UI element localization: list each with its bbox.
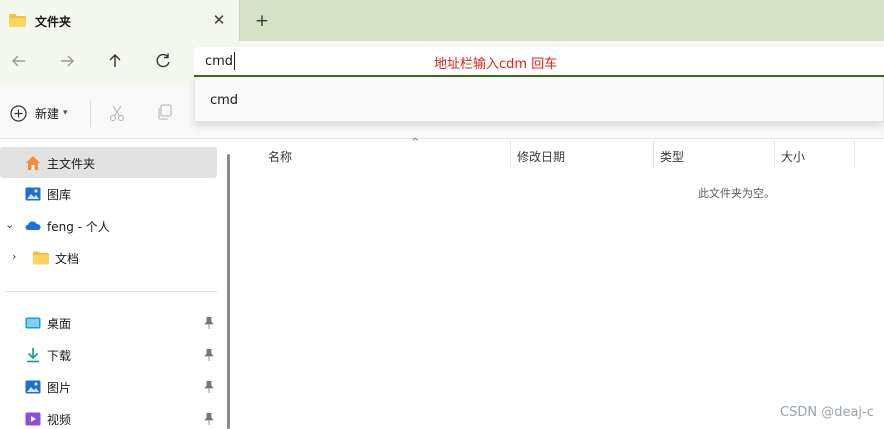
pin-icon[interactable] bbox=[204, 413, 214, 425]
pin-icon[interactable] bbox=[204, 381, 214, 393]
column-header-type[interactable]: 类型 bbox=[654, 140, 775, 167]
pin-icon[interactable] bbox=[204, 317, 214, 329]
folder-icon bbox=[9, 14, 26, 27]
home-icon bbox=[26, 156, 40, 170]
column-label: 大小 bbox=[781, 150, 806, 164]
pictures-icon bbox=[25, 380, 41, 394]
download-icon bbox=[27, 348, 39, 363]
sidebar-item-label: feng - 个人 bbox=[47, 220, 110, 234]
sidebar-item-home[interactable]: 主文件夹 bbox=[0, 147, 217, 178]
sidebar-item-desktop[interactable]: 桌面 bbox=[0, 307, 217, 338]
column-header-date-modified[interactable]: 修改日期 bbox=[511, 140, 654, 167]
tab-strip: 文件夹 ✕ + bbox=[0, 0, 884, 41]
empty-folder-message: 此文件夹为空。 bbox=[698, 187, 775, 200]
address-suggestion-dropdown: cmd bbox=[194, 78, 884, 122]
plus-circle-icon bbox=[10, 104, 27, 122]
column-label: 名称 bbox=[268, 150, 293, 164]
new-button[interactable]: 新建 ▾ bbox=[10, 103, 68, 123]
column-label: 修改日期 bbox=[517, 150, 566, 164]
column-label: 类型 bbox=[660, 150, 685, 164]
file-list: 名称 ^ 修改日期 类型 大小 此文件夹为空。 bbox=[232, 137, 884, 429]
watermark: CSDN @deaj-c bbox=[780, 405, 874, 420]
sidebar-item-label: 主文件夹 bbox=[47, 157, 96, 171]
scissors-icon[interactable] bbox=[108, 104, 126, 122]
refresh-icon[interactable] bbox=[153, 51, 173, 71]
suggestion-item[interactable]: cmd bbox=[210, 93, 238, 108]
column-header-size[interactable]: 大小 bbox=[775, 140, 855, 167]
sidebar-item-onedrive[interactable]: ⌄ feng - 个人 bbox=[0, 210, 217, 241]
new-button-label: 新建 bbox=[35, 106, 60, 121]
sidebar-item-label: 视频 bbox=[47, 413, 72, 427]
sidebar-item-documents[interactable]: › 文档 bbox=[0, 242, 217, 273]
arrow-right-icon[interactable] bbox=[57, 51, 77, 71]
navigation-pane: 主文件夹 图库 ⌄ feng - 个人 › 文档 桌面 下载 图片 视频 bbox=[0, 140, 232, 429]
onedrive-cloud-icon bbox=[25, 221, 41, 230]
tab-folder[interactable]: 文件夹 ✕ bbox=[0, 0, 240, 41]
chevron-down-icon: ▾ bbox=[63, 108, 68, 118]
sidebar-item-gallery[interactable]: 图库 bbox=[0, 178, 217, 209]
column-header-name[interactable]: 名称 ^ bbox=[262, 137, 511, 167]
sidebar-item-label: 图库 bbox=[47, 188, 72, 202]
desktop-icon bbox=[25, 317, 41, 329]
arrow-up-icon[interactable] bbox=[105, 51, 125, 71]
video-icon bbox=[25, 412, 41, 426]
address-value: cmd bbox=[205, 54, 234, 69]
close-icon[interactable]: ✕ bbox=[210, 11, 228, 29]
folder-icon bbox=[33, 251, 49, 265]
annotation-text: 地址栏输入cdm 回车 bbox=[434, 57, 558, 72]
copy-icon[interactable] bbox=[157, 104, 173, 120]
gallery-icon bbox=[25, 187, 41, 201]
sidebar-item-downloads[interactable]: 下载 bbox=[0, 339, 217, 370]
plus-icon[interactable]: + bbox=[252, 11, 272, 31]
chevron-down-icon[interactable]: ⌄ bbox=[5, 218, 17, 232]
tab-title: 文件夹 bbox=[35, 15, 72, 29]
text-caret bbox=[234, 52, 235, 70]
sidebar-divider bbox=[5, 291, 217, 292]
sidebar-item-videos[interactable]: 视频 bbox=[0, 403, 217, 429]
chevron-right-icon[interactable]: › bbox=[12, 250, 24, 264]
arrow-left-icon[interactable] bbox=[9, 51, 29, 71]
sidebar-scrollbar[interactable] bbox=[227, 154, 230, 429]
sidebar-item-label: 下载 bbox=[47, 349, 72, 363]
sort-ascending-icon: ^ bbox=[411, 137, 420, 148]
sidebar-item-label: 图片 bbox=[47, 381, 72, 395]
sidebar-item-label: 文档 bbox=[55, 252, 80, 266]
sidebar-item-pictures[interactable]: 图片 bbox=[0, 371, 217, 402]
sidebar-item-label: 桌面 bbox=[47, 317, 72, 331]
toolbar-divider bbox=[90, 101, 91, 127]
pin-icon[interactable] bbox=[204, 349, 214, 361]
